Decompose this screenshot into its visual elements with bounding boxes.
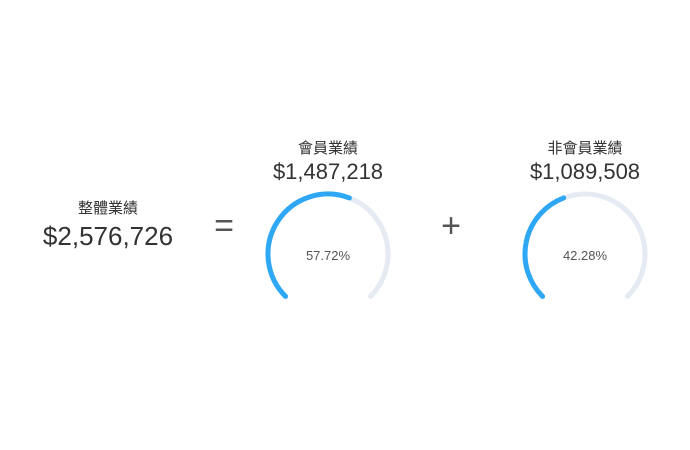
member-sales-gauge: 57.72%	[258, 190, 398, 310]
plus-sign: +	[441, 207, 461, 245]
member-gauge-percent: 57.72%	[305, 248, 351, 263]
equals-sign: =	[214, 207, 234, 245]
nonmember-sales-label: 非會員業績	[547, 139, 623, 157]
total-sales-amount: $2,576,726	[42, 221, 174, 251]
member-gauge-fill	[265, 191, 352, 299]
nonmember-gauge-percent: 42.28%	[562, 248, 608, 263]
member-sales-label: 會員業績	[297, 139, 358, 157]
total-sales-label: 整體業績	[77, 199, 138, 217]
member-sales-amount: $1,487,218	[272, 159, 384, 184]
total-sales-block: 整體業績 $2,576,726	[28, 198, 188, 252]
nonmember-sales-amount: $1,089,508	[529, 159, 641, 184]
member-sales-block: 會員業績 $1,487,218	[248, 138, 408, 186]
nonmember-sales-block: 非會員業績 $1,089,508	[505, 138, 665, 186]
nonmember-sales-gauge: 42.28%	[515, 190, 655, 310]
